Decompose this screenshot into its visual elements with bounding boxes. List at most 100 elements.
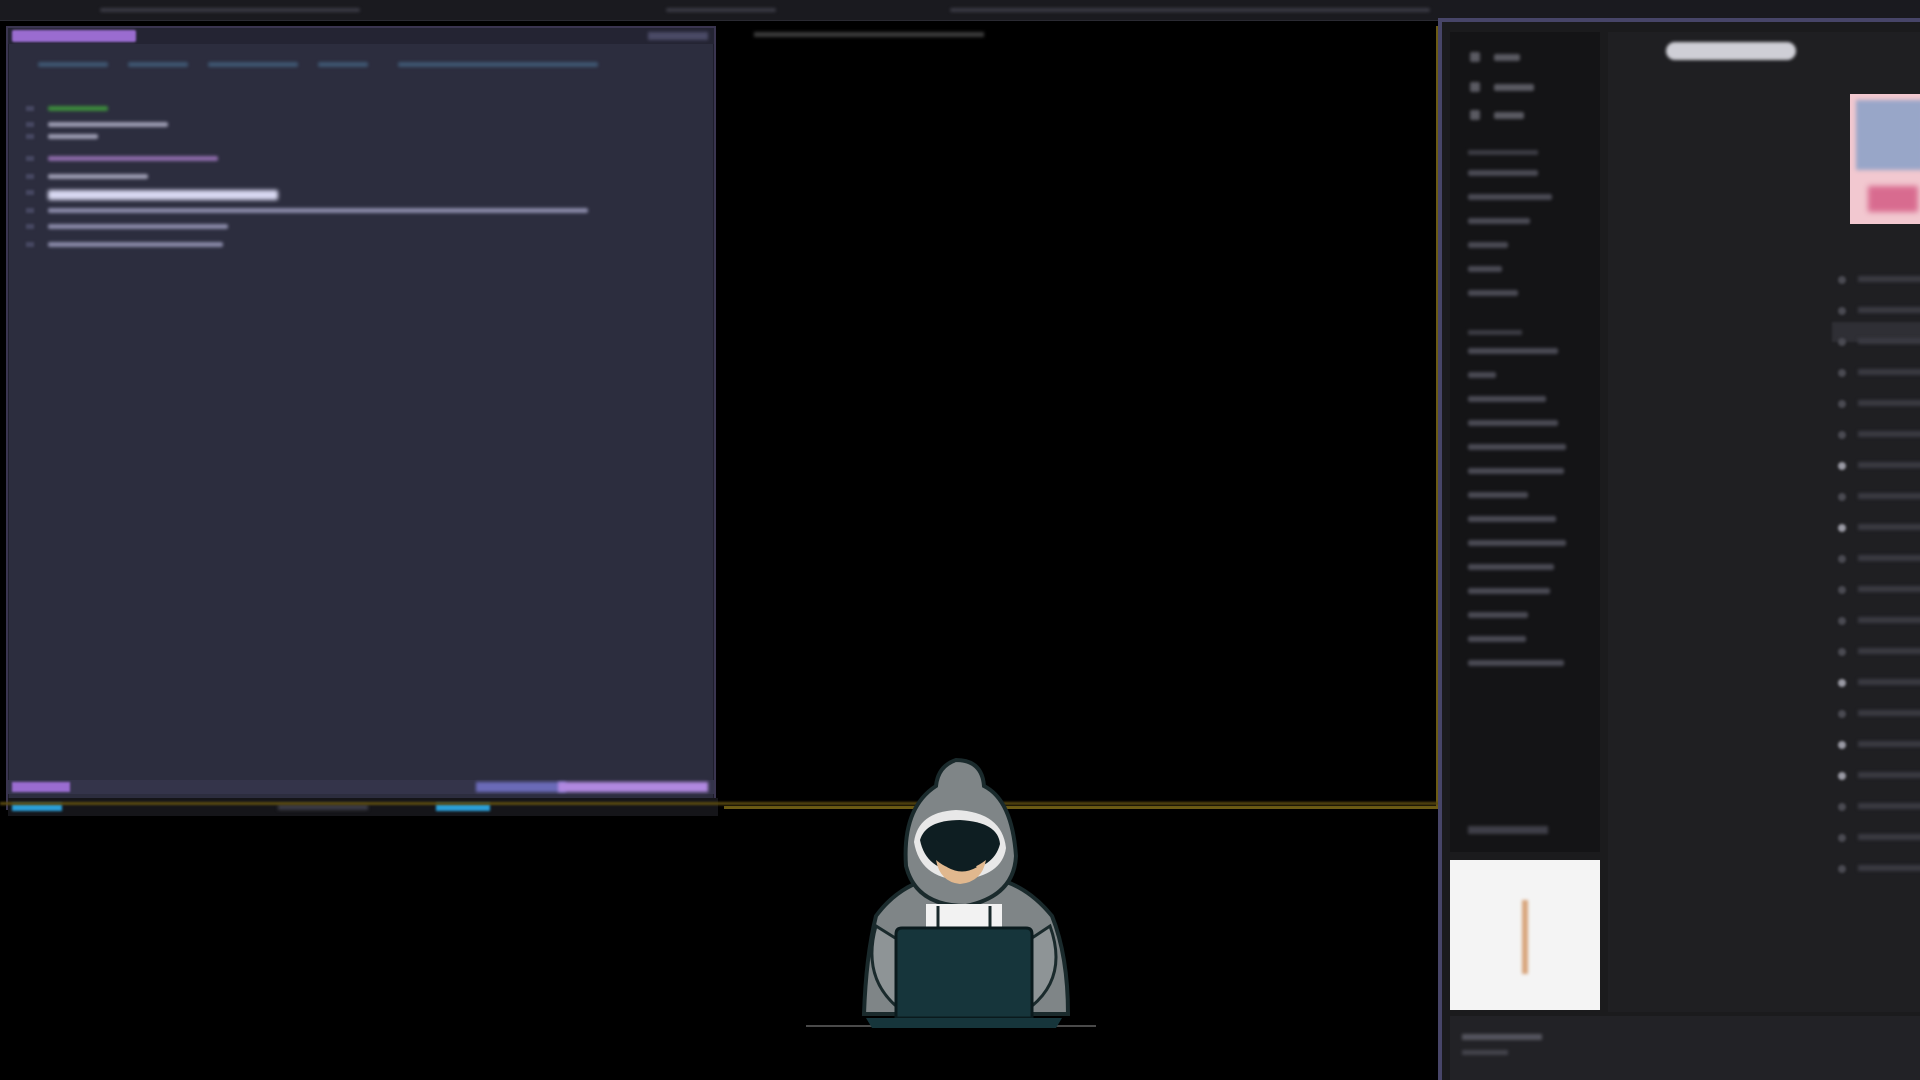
code-line[interactable]	[48, 122, 168, 127]
playlist-item[interactable]	[1468, 492, 1528, 498]
track-status-icon	[1838, 338, 1846, 346]
code-line[interactable]	[48, 174, 148, 179]
track-status-icon	[1838, 524, 1846, 532]
now-playing-title[interactable]	[1462, 1034, 1542, 1040]
track-row[interactable]	[1838, 398, 1920, 408]
track-row[interactable]	[1838, 491, 1920, 501]
top-panel-title	[666, 8, 776, 12]
editor-tab[interactable]	[648, 32, 708, 40]
playlist-item[interactable]	[1468, 588, 1550, 594]
library-item[interactable]	[1468, 290, 1518, 296]
playlist-item[interactable]	[1468, 468, 1564, 474]
now-playing-artist[interactable]	[1462, 1050, 1508, 1055]
track-row[interactable]	[1838, 367, 1920, 377]
track-row[interactable]	[1838, 770, 1920, 780]
track-row[interactable]	[1838, 336, 1920, 346]
playback-bar	[1450, 1016, 1920, 1080]
track-row[interactable]	[1838, 522, 1920, 532]
track-status-icon	[1838, 865, 1846, 873]
playlist-item[interactable]	[1468, 636, 1526, 642]
library-item[interactable]	[1468, 218, 1530, 224]
track-title	[1858, 710, 1920, 716]
search-input[interactable]	[1666, 42, 1796, 60]
terminal-title	[754, 32, 984, 37]
track-title	[1858, 307, 1920, 313]
track-title	[1858, 648, 1920, 654]
playlist-item[interactable]	[1468, 564, 1554, 570]
sidebar-nav-icon	[1470, 52, 1480, 62]
track-title	[1858, 586, 1920, 592]
track-title	[1858, 462, 1920, 468]
track-status-icon	[1838, 586, 1846, 594]
track-row[interactable]	[1838, 677, 1920, 687]
track-row[interactable]	[1838, 305, 1920, 315]
track-status-icon	[1838, 679, 1846, 687]
album-cover-image	[1856, 100, 1920, 170]
track-title	[1858, 276, 1920, 282]
playlist-item[interactable]	[1468, 348, 1558, 354]
track-row[interactable]	[1838, 708, 1920, 718]
player-main-view	[1608, 32, 1920, 1012]
code-line[interactable]	[48, 106, 108, 111]
track-status-icon	[1838, 369, 1846, 377]
playlist-item[interactable]	[1468, 444, 1566, 450]
sidebar-section-header	[1468, 150, 1538, 155]
track-status-icon	[1838, 803, 1846, 811]
track-row[interactable]	[1838, 739, 1920, 749]
code-line[interactable]	[48, 156, 218, 161]
playlist-item[interactable]	[1468, 540, 1566, 546]
code-line[interactable]	[48, 190, 278, 200]
track-title	[1858, 803, 1920, 809]
track-status-icon	[1838, 493, 1846, 501]
track-row[interactable]	[1838, 274, 1920, 284]
sidebar-nav-icon	[1470, 110, 1480, 120]
sidebar-nav-item[interactable]	[1494, 112, 1524, 119]
code-editor-window[interactable]	[6, 26, 718, 816]
track-status-icon	[1838, 648, 1846, 656]
track-row[interactable]	[1838, 460, 1920, 470]
line-number	[26, 106, 34, 111]
track-title	[1858, 772, 1920, 778]
editor-active-tab[interactable]	[12, 30, 136, 42]
code-line[interactable]	[48, 208, 588, 213]
code-line[interactable]	[48, 242, 223, 247]
top-panel-status	[950, 8, 1430, 12]
sidebar-nav-item[interactable]	[1494, 84, 1534, 91]
terminal-window[interactable]	[724, 26, 1439, 809]
music-player-window[interactable]	[1438, 18, 1920, 1080]
album-cover[interactable]	[1850, 94, 1920, 224]
track-row[interactable]	[1838, 646, 1920, 656]
track-status-icon	[1838, 710, 1846, 718]
playlist-item[interactable]	[1468, 660, 1564, 666]
track-title	[1858, 679, 1920, 685]
track-row[interactable]	[1838, 832, 1920, 842]
track-row[interactable]	[1838, 584, 1920, 594]
track-row[interactable]	[1838, 801, 1920, 811]
now-playing-cover[interactable]	[1450, 860, 1600, 1010]
code-line[interactable]	[48, 224, 228, 229]
track-row[interactable]	[1838, 429, 1920, 439]
track-title	[1858, 338, 1920, 344]
track-status-icon	[1838, 741, 1846, 749]
playlist-item[interactable]	[1468, 396, 1546, 402]
playlist-item[interactable]	[1468, 516, 1556, 522]
playlist-item[interactable]	[1468, 612, 1528, 618]
code-line[interactable]	[48, 134, 98, 139]
line-number	[26, 208, 34, 213]
new-playlist-button[interactable]	[1468, 826, 1548, 834]
track-row[interactable]	[1838, 553, 1920, 563]
library-item[interactable]	[1468, 242, 1508, 248]
track-row[interactable]	[1838, 863, 1920, 873]
library-item[interactable]	[1468, 266, 1502, 272]
playlist-item[interactable]	[1468, 420, 1558, 426]
track-title	[1858, 493, 1920, 499]
sidebar-nav-item[interactable]	[1494, 54, 1520, 61]
playlist-item[interactable]	[1468, 372, 1496, 378]
editor-statusline	[8, 780, 714, 794]
library-item[interactable]	[1468, 170, 1538, 176]
track-title	[1858, 369, 1920, 375]
top-panel-tabs[interactable]	[100, 8, 360, 12]
library-item[interactable]	[1468, 194, 1552, 200]
desktop	[0, 0, 1920, 1080]
track-row[interactable]	[1838, 615, 1920, 625]
